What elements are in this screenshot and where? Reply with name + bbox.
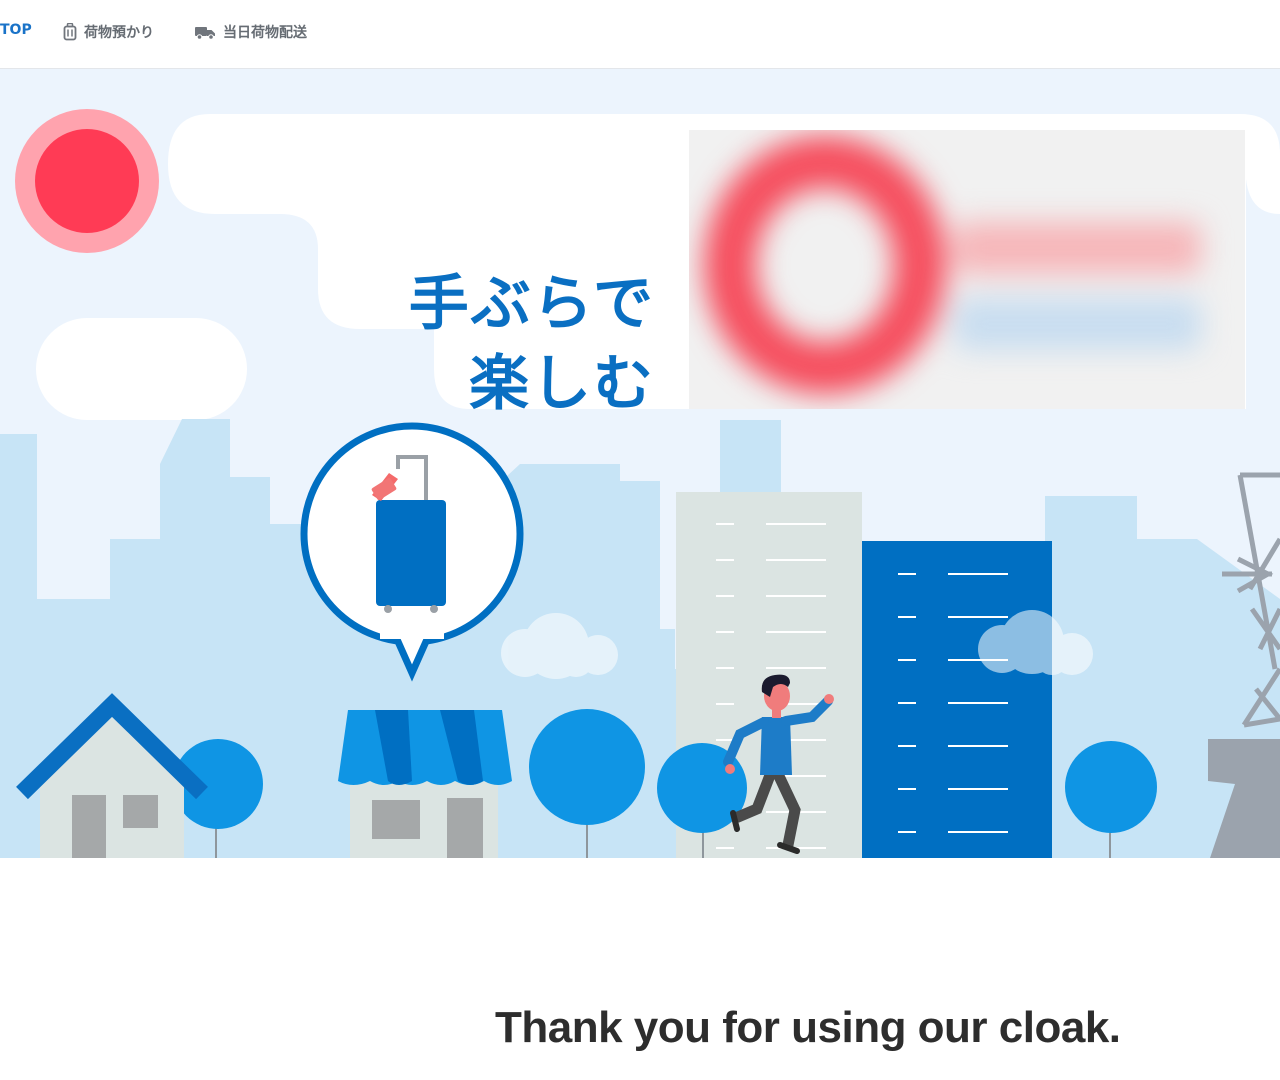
- storefront-door: [447, 798, 483, 858]
- top-navigation: TOP 荷物預かり 当日荷物配送: [0, 0, 1280, 69]
- nav-same-day-delivery-label: 当日荷物配送: [223, 25, 307, 41]
- hero-tagline: 手ぶらで 楽しむ: [385, 264, 655, 424]
- storefront-window: [372, 800, 420, 839]
- nav-same-day-delivery-link[interactable]: 当日荷物配送: [195, 22, 307, 42]
- house-window: [123, 795, 158, 828]
- nav-top-link[interactable]: TOP: [0, 22, 32, 38]
- hero-tagline-line2: 楽しむ: [469, 349, 655, 419]
- truck-icon: [195, 25, 216, 40]
- house-door: [72, 795, 106, 858]
- nav-luggage-storage-label: 荷物預かり: [84, 25, 154, 41]
- brand-logo-image: [704, 136, 1201, 394]
- hero-banner: 手ぶらで 楽しむ: [0, 69, 1280, 858]
- blue-building: [862, 541, 1052, 858]
- small-cloud: [36, 318, 247, 420]
- sun: [35, 129, 139, 233]
- brand-logo-blurred: [689, 130, 1245, 409]
- nav-luggage-storage-link[interactable]: 荷物預かり: [63, 22, 154, 42]
- thank-you-message: Thank you for using our cloak.: [495, 1003, 1121, 1052]
- skyline-tower-mid: [720, 420, 781, 500]
- nav-top-label: TOP: [0, 22, 32, 38]
- hero-tagline-line1: 手ぶらで: [408, 269, 655, 339]
- storefront: [338, 710, 512, 858]
- luggage-icon: [63, 23, 77, 41]
